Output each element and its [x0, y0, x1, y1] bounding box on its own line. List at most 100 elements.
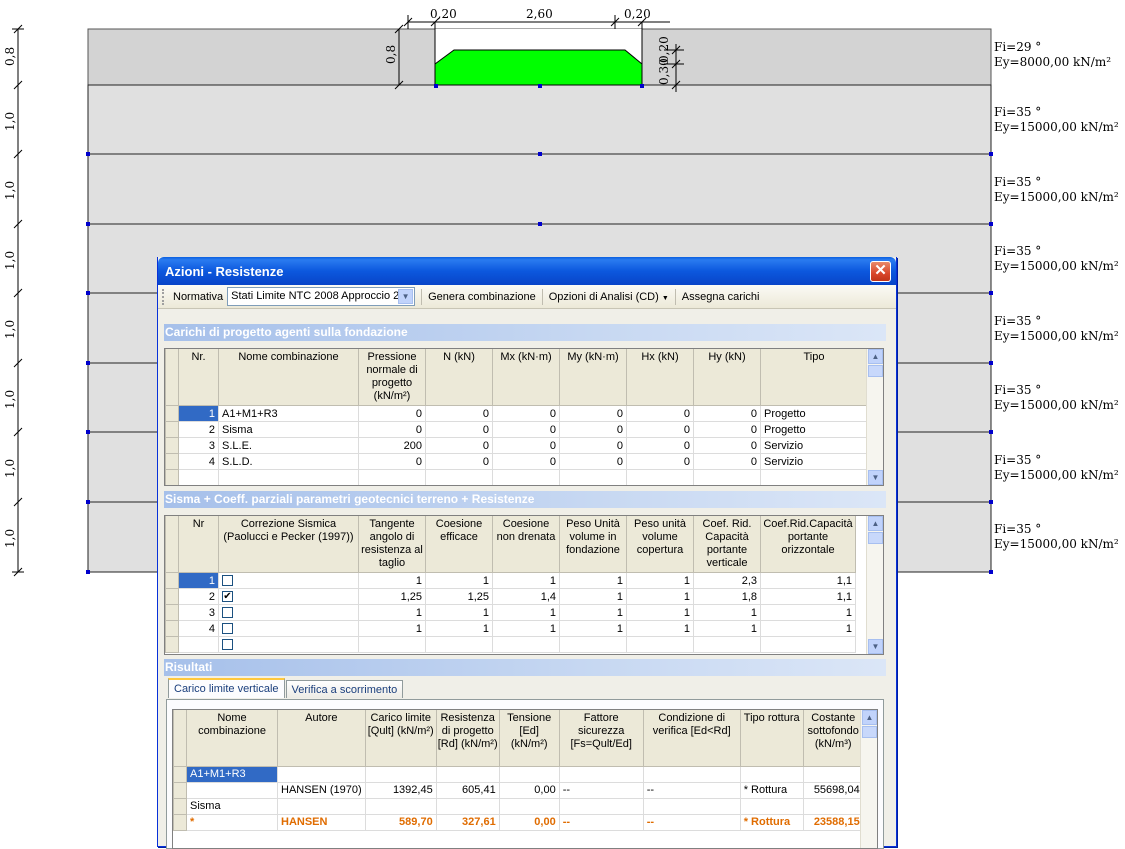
cell[interactable]: 55698,04: [802, 781, 864, 799]
cell[interactable]: Servizio: [760, 437, 868, 454]
cell[interactable]: 0: [693, 405, 761, 422]
col-header[interactable]: Coef. Rid. Capacità portante verticale: [693, 516, 761, 573]
scroll-up-icon[interactable]: ▲: [868, 516, 883, 531]
cell[interactable]: 1: [492, 572, 560, 589]
scroll-thumb[interactable]: [868, 532, 883, 544]
col-header[interactable]: Nome combinazione: [218, 349, 359, 406]
cell[interactable]: 1: [559, 604, 627, 621]
group-label[interactable]: Sisma: [186, 797, 278, 815]
cell[interactable]: 1: [492, 620, 560, 637]
cell[interactable]: 605,41: [435, 781, 500, 799]
cell[interactable]: 1: [559, 620, 627, 637]
scroll-down-icon[interactable]: ▼: [868, 639, 883, 654]
cell[interactable]: 0: [358, 453, 426, 470]
cell[interactable]: [186, 781, 278, 799]
table-row[interactable]: 3 S.L.E. 200 0 0 0 0 0 Servizio: [165, 437, 868, 454]
cell[interactable]: 0: [425, 453, 493, 470]
cell[interactable]: [218, 604, 359, 621]
cell[interactable]: 0: [358, 405, 426, 422]
col-header[interactable]: Carico limite [Qult] (kN/m²): [364, 710, 437, 767]
cell[interactable]: 327,61: [435, 813, 500, 831]
cell[interactable]: 1: [760, 604, 856, 621]
cell[interactable]: *: [186, 813, 278, 831]
cell[interactable]: Progetto: [760, 421, 868, 438]
cell[interactable]: 0: [492, 421, 560, 438]
tab-carico-limite-verticale[interactable]: Carico limite verticale: [168, 678, 285, 698]
cell[interactable]: 1: [693, 620, 761, 637]
col-header[interactable]: Pressione normale di progetto (kN/m²): [358, 349, 426, 406]
cell[interactable]: 3: [178, 437, 219, 454]
cell[interactable]: --: [642, 781, 741, 799]
cell[interactable]: 1: [626, 572, 694, 589]
cell[interactable]: 1,25: [425, 588, 493, 605]
cell[interactable]: 1: [626, 620, 694, 637]
cell[interactable]: 2,3: [693, 572, 761, 589]
cell[interactable]: 1,8: [693, 588, 761, 605]
cell[interactable]: A1+M1+R3: [218, 405, 359, 422]
cell[interactable]: S.L.D.: [218, 453, 359, 470]
cell[interactable]: 1: [178, 572, 219, 589]
col-header[interactable]: Tensione [Ed] (kN/m²): [498, 710, 560, 767]
cell[interactable]: 1: [559, 588, 627, 605]
table-row[interactable]: 2 ✔ 1,25 1,25 1,4 1 1 1,8 1,1: [165, 588, 856, 605]
col-header[interactable]: Fattore sicurezza [Fs=Qult/Ed]: [558, 710, 644, 767]
correzione-sismica-checkbox[interactable]: [222, 623, 233, 635]
row-selector[interactable]: [165, 453, 179, 470]
row-selector[interactable]: [165, 636, 179, 653]
cell[interactable]: 200: [358, 437, 426, 454]
cell[interactable]: [218, 572, 359, 589]
cell[interactable]: 1: [358, 572, 426, 589]
cell[interactable]: 1: [178, 405, 219, 422]
col-header[interactable]: Coef.Rid.Capacità portante orizzontale: [760, 516, 856, 573]
cell[interactable]: S.L.E.: [218, 437, 359, 454]
coeffs-scrollbar[interactable]: ▲ ▼: [866, 516, 883, 654]
cell[interactable]: Sisma: [218, 421, 359, 438]
col-header[interactable]: Costante sottofondo (kN/m³): [802, 710, 864, 767]
col-header[interactable]: Peso Unità volume in fondazione: [559, 516, 627, 573]
row-selector[interactable]: [173, 765, 187, 783]
cell[interactable]: 0,00: [498, 813, 560, 831]
cell[interactable]: --: [558, 781, 644, 799]
cell[interactable]: 589,70: [364, 813, 437, 831]
cell[interactable]: 0: [559, 421, 627, 438]
col-header[interactable]: Tipo: [760, 349, 868, 406]
col-header[interactable]: Tangente angolo di resistenza al taglio: [358, 516, 426, 573]
cell[interactable]: 0: [626, 405, 694, 422]
col-header[interactable]: Hx (kN): [626, 349, 694, 406]
assegna-carichi-button[interactable]: Assegna carichi: [678, 291, 764, 303]
cell[interactable]: 4: [178, 620, 219, 637]
table-row[interactable]: HANSEN (1970) 1392,45 605,41 0,00 -- -- …: [173, 781, 864, 799]
correzione-sismica-checkbox[interactable]: ✔: [222, 591, 233, 603]
row-selector[interactable]: [165, 437, 179, 454]
correzione-sismica-checkbox[interactable]: [222, 575, 233, 587]
cell[interactable]: 0: [693, 453, 761, 470]
cell[interactable]: 3: [178, 604, 219, 621]
scroll-thumb[interactable]: [862, 726, 877, 738]
table-row[interactable]: 2 Sisma 0 0 0 0 0 0 Progetto: [165, 421, 868, 438]
table-row-empty[interactable]: [165, 636, 856, 653]
cell[interactable]: 1: [626, 604, 694, 621]
chevron-down-icon[interactable]: ▼: [398, 289, 414, 304]
col-header[interactable]: N (kN): [425, 349, 493, 406]
row-selector[interactable]: [173, 797, 187, 815]
cell[interactable]: 1: [559, 572, 627, 589]
table-row[interactable]: * HANSEN 589,70 327,61 0,00 -- -- * Rott…: [173, 813, 864, 831]
normativa-select[interactable]: Stati Limite NTC 2008 Approccio 2 ▼: [227, 287, 416, 306]
correzione-sismica-checkbox[interactable]: [222, 607, 233, 619]
col-header[interactable]: Autore: [277, 710, 366, 767]
cell[interactable]: Progetto: [760, 405, 868, 422]
cell[interactable]: 1: [626, 588, 694, 605]
row-selector[interactable]: [165, 572, 179, 589]
cell[interactable]: --: [642, 813, 741, 831]
cell[interactable]: 1392,45: [364, 781, 437, 799]
scroll-up-icon[interactable]: ▲: [862, 710, 877, 725]
cell[interactable]: 1: [492, 604, 560, 621]
table-row[interactable]: 41111111: [165, 620, 856, 637]
tab-verifica-scorrimento[interactable]: Verifica a scorrimento: [285, 680, 404, 698]
cell[interactable]: [218, 620, 359, 637]
cell[interactable]: 0: [425, 405, 493, 422]
cell[interactable]: 0: [425, 437, 493, 454]
col-header[interactable]: Hy (kN): [693, 349, 761, 406]
cell[interactable]: 1,1: [760, 572, 856, 589]
cell[interactable]: 0,00: [498, 781, 560, 799]
